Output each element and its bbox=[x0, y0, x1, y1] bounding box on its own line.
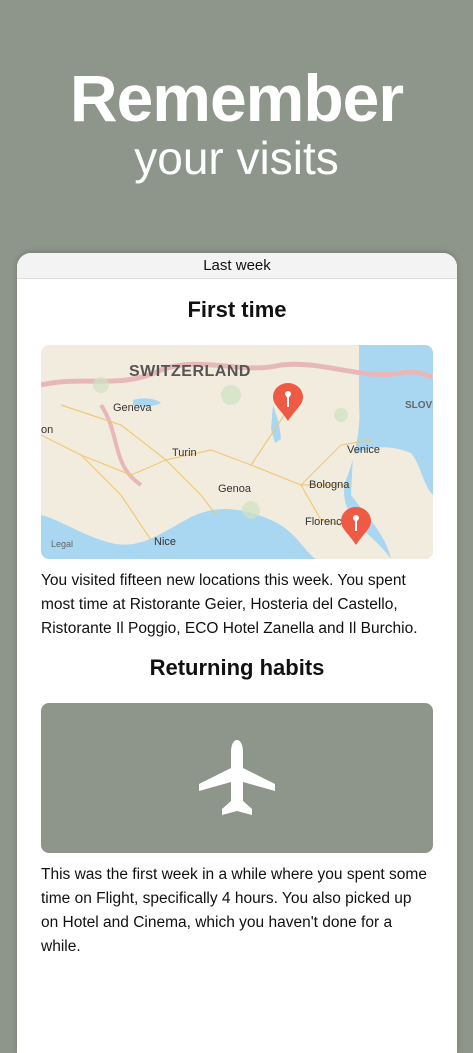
map-label-partial: on bbox=[41, 424, 54, 436]
headline-subtitle: your visits bbox=[134, 132, 339, 184]
map-label-country: SWITZERLAND bbox=[129, 363, 251, 380]
map-legal-link[interactable]: Legal bbox=[51, 539, 73, 549]
map-label-city: Bologna bbox=[309, 479, 350, 491]
airplane-icon bbox=[199, 740, 275, 815]
map-label-city: Turin bbox=[172, 447, 197, 459]
returning-habit-tile[interactable] bbox=[41, 703, 433, 853]
map-label-city: Venice bbox=[347, 444, 381, 456]
map-label-partial: SLOVE bbox=[405, 400, 433, 411]
map-pin-icon[interactable] bbox=[341, 507, 371, 545]
headline-title: Remember bbox=[69, 61, 404, 135]
map-label-city: Nice bbox=[154, 536, 177, 548]
card-header: Last week bbox=[17, 253, 457, 279]
first-time-description: You visited fifteen new locations this w… bbox=[41, 572, 418, 637]
summary-card[interactable]: Last week First time SWITZERLAND Geneva … bbox=[17, 253, 457, 1053]
map-view[interactable]: SWITZERLAND Geneva Turin Genoa Nice Bolo… bbox=[41, 345, 433, 559]
headline: Remember your visits bbox=[0, 60, 473, 184]
first-time-title: First time bbox=[187, 297, 287, 322]
map-label-city: Genoa bbox=[218, 483, 252, 495]
returning-habits-title: Returning habits bbox=[149, 655, 325, 680]
map-label-city: Geneva bbox=[113, 402, 152, 414]
returning-habits-description: This was the first week in a while where… bbox=[41, 866, 427, 955]
map-pin-icon[interactable] bbox=[273, 383, 303, 421]
